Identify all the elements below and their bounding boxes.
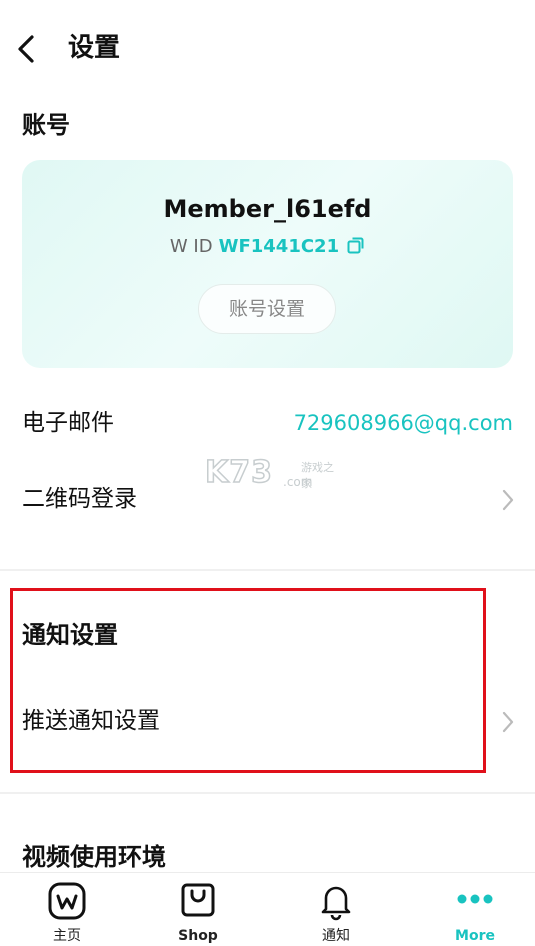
tab-shop-label: Shop: [178, 928, 218, 944]
divider: [0, 569, 535, 571]
tab-notifications-label: 通知: [322, 928, 350, 944]
divider: [0, 792, 535, 794]
tab-more[interactable]: More: [408, 873, 535, 946]
bell-icon: [321, 886, 351, 921]
tab-home-label: 主页: [53, 928, 81, 944]
wid-row: W ID WF1441C21: [22, 234, 513, 260]
more-dots-icon: [457, 894, 493, 904]
copy-icon[interactable]: [347, 236, 365, 254]
wid-value: WF1441C21: [218, 236, 340, 257]
bottom-tab-bar: 主页 Shop 通知 More: [0, 872, 535, 946]
account-settings-button[interactable]: 账号设置: [198, 284, 336, 334]
chevron-right-icon: [502, 489, 514, 511]
qr-login-label: 二维码登录: [22, 486, 137, 512]
page-title: 设置: [68, 33, 121, 63]
wid-label: W ID: [169, 236, 213, 257]
member-name: Member_l61efd: [163, 195, 372, 223]
shopping-bag-icon: [181, 883, 215, 917]
header: 设置: [0, 0, 535, 100]
watermark-big-text: K73: [204, 454, 273, 491]
account-card: Member_l61efd W ID WF1441C21 账号设置: [22, 160, 513, 368]
chevron-right-icon: [502, 711, 514, 733]
email-row[interactable]: 电子邮件 729608966@qq.com: [0, 394, 535, 454]
email-label: 电子邮件: [22, 410, 114, 436]
account-section-title: 账号: [22, 111, 70, 139]
watermark-logo: K73 游戏之家 .com: [204, 454, 335, 495]
tab-notifications[interactable]: 通知: [269, 873, 403, 946]
video-section-title: 视频使用环境: [22, 843, 166, 871]
watermark-com-text: .com: [283, 475, 313, 489]
back-arrow-icon[interactable]: [14, 33, 40, 65]
tab-more-label: More: [455, 928, 495, 944]
tab-shop[interactable]: Shop: [131, 873, 265, 946]
weverse-home-icon: [48, 882, 86, 920]
tab-home[interactable]: 主页: [0, 873, 134, 946]
email-value[interactable]: 729608966@qq.com: [294, 406, 513, 440]
highlight-box: [10, 588, 486, 773]
